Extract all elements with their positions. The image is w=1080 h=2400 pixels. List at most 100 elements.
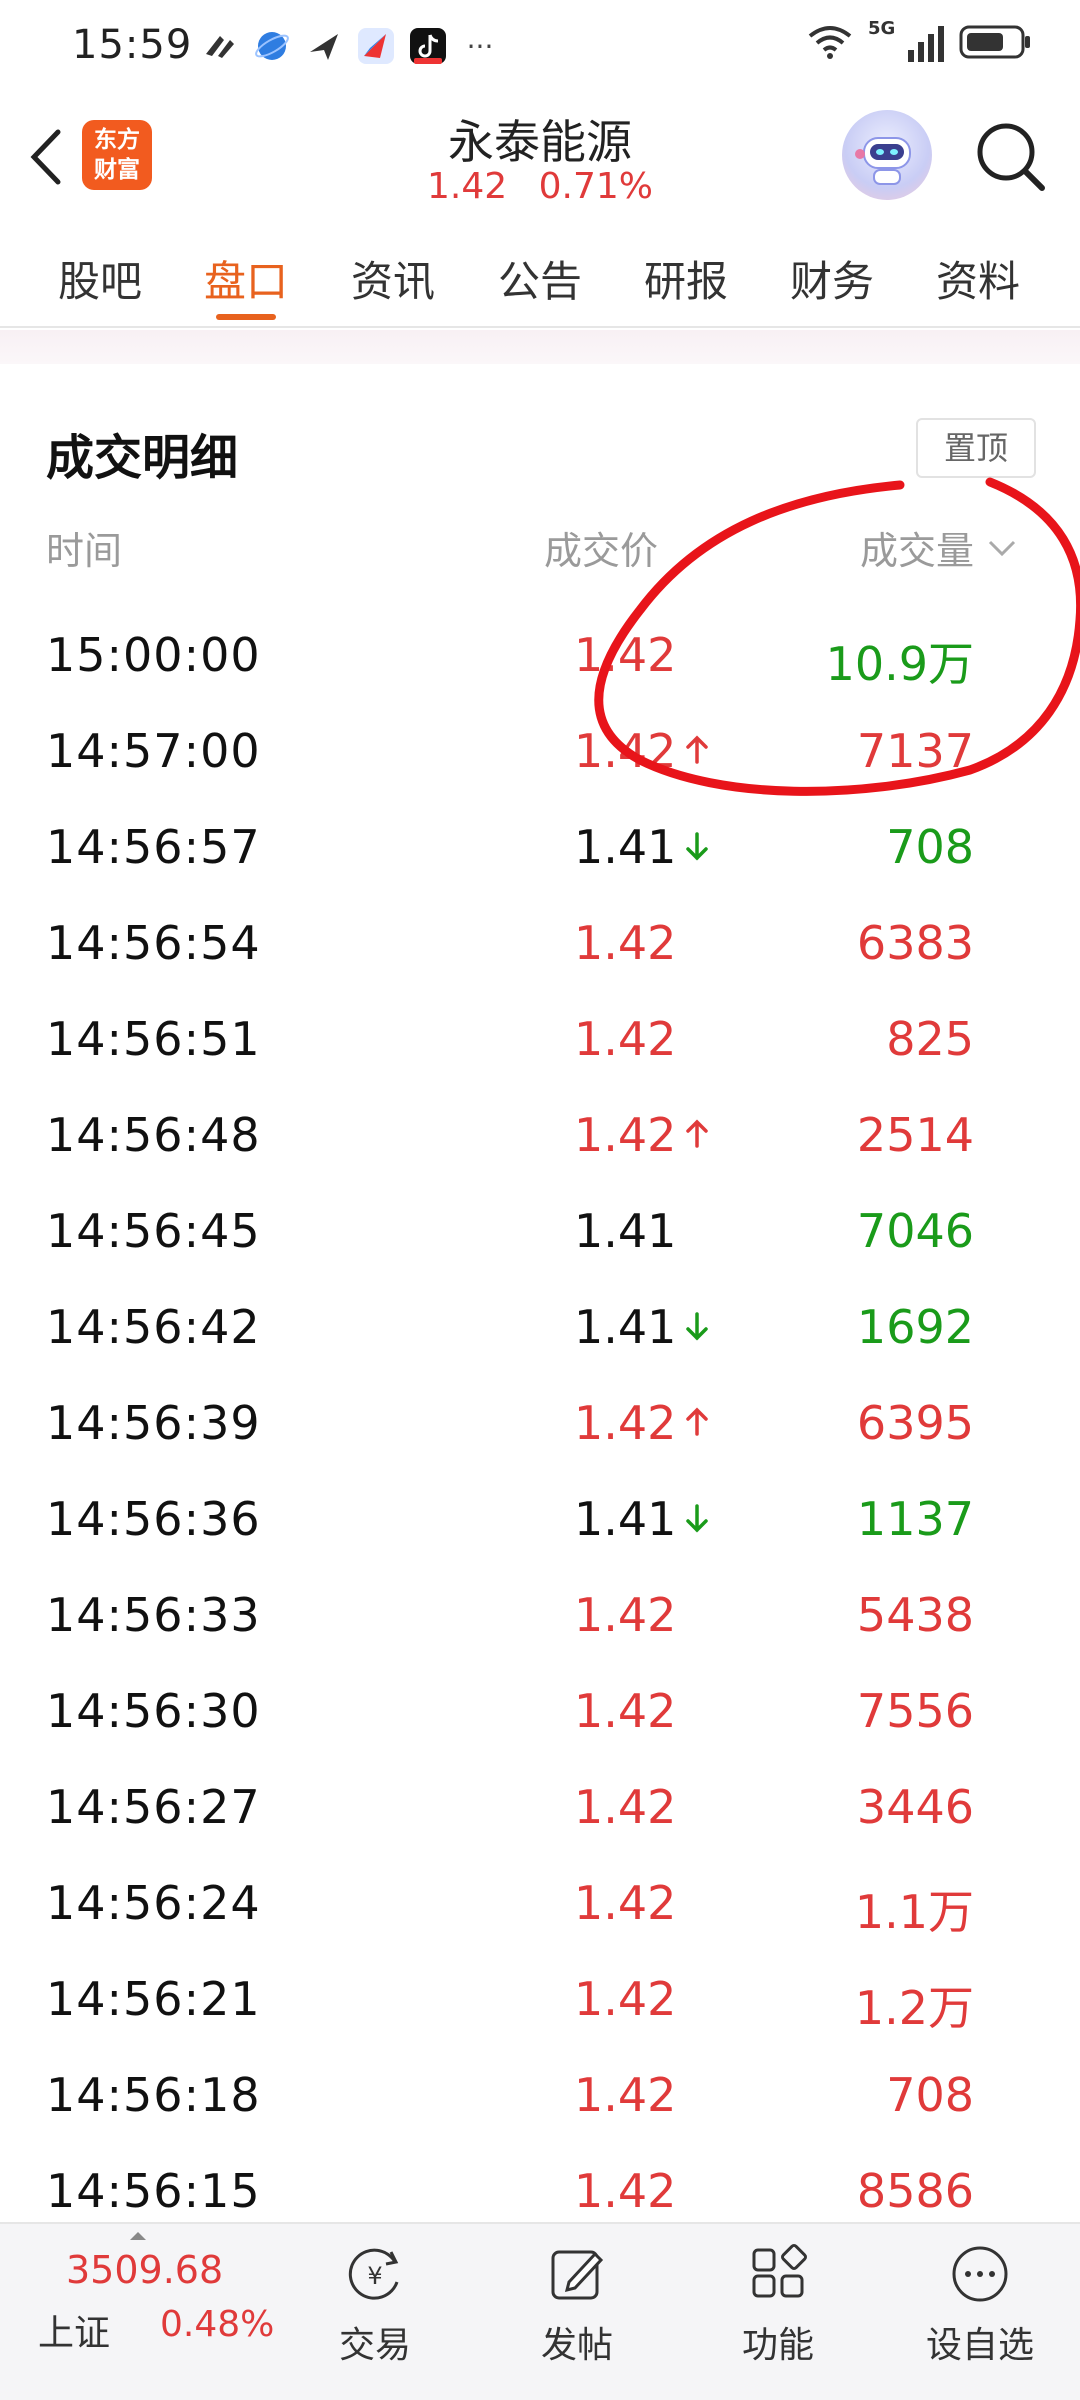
trade-volume: 5438	[856, 1588, 974, 1642]
status-time: 15:59	[72, 22, 193, 68]
trade-row: 14:57:00 1.42 7137	[0, 718, 1080, 814]
trade-label: 交易	[338, 2325, 411, 2366]
browser-notification-icon	[255, 32, 289, 60]
trade-row: 14:56:21 1.42 1.2万	[0, 1966, 1080, 2062]
arrow-down-icon	[682, 1308, 712, 1344]
trade-time: 14:56:24	[46, 1876, 261, 1930]
trade-volume: 6383	[856, 916, 974, 970]
trade-volume: 2514	[856, 1108, 974, 1162]
trade-time: 14:56:15	[46, 2164, 261, 2218]
more-notifications-icon: ···	[466, 29, 494, 63]
svg-text:¥: ¥	[367, 2262, 382, 2290]
column-header-volume[interactable]: 成交量	[860, 520, 1018, 575]
post-label: 发帖	[540, 2325, 613, 2366]
column-header-price: 成交价	[544, 529, 659, 573]
tab-profile[interactable]: 资料	[918, 248, 1038, 309]
app-notification-icon	[206, 36, 234, 58]
assistant-robot-avatar[interactable]	[842, 110, 932, 200]
tab-news[interactable]: 资讯	[333, 248, 453, 309]
section-divider	[0, 330, 1080, 364]
trade-price: 1.42	[574, 1588, 677, 1642]
search-icon[interactable]	[970, 116, 1050, 196]
index-value[interactable]: 3509.68	[66, 2248, 223, 2292]
wifi-icon	[808, 26, 852, 59]
tab-announcements[interactable]: 公告	[480, 248, 600, 309]
cellular-signal-icon: 5G	[868, 18, 944, 62]
trade-price: 1.42	[574, 1684, 677, 1738]
index-change-pct[interactable]: 0.48%	[160, 2304, 274, 2345]
trade-price: 1.42	[574, 1396, 677, 1450]
post-edit-icon	[551, 2250, 604, 2300]
tab-guba[interactable]: 股吧	[40, 248, 160, 309]
trade-volume: 8586	[856, 2164, 974, 2218]
functions-label: 功能	[741, 2325, 814, 2366]
trade-row: 14:56:45 1.41 7046	[0, 1198, 1080, 1294]
trade-row: 14:56:42 1.41 1692	[0, 1294, 1080, 1390]
arrow-down-icon	[682, 828, 712, 864]
trade-time: 14:56:45	[46, 1204, 261, 1258]
trade-price: 1.42	[574, 1780, 677, 1834]
trade-yen-icon: ¥	[348, 2248, 399, 2300]
trade-row: 14:56:54 1.42 6383	[0, 910, 1080, 1006]
stock-price: 1.42	[427, 166, 508, 207]
trade-time: 14:56:48	[46, 1108, 261, 1162]
column-header-time: 时间	[46, 529, 123, 573]
active-tab-indicator	[216, 314, 276, 320]
trade-time: 14:56:18	[46, 2068, 261, 2122]
functions-button[interactable]: 功能	[708, 2242, 848, 2368]
trade-button[interactable]: ¥ 交易	[305, 2242, 445, 2368]
caret-up-icon[interactable]	[128, 2230, 148, 2242]
trade-time: 14:56:39	[46, 1396, 261, 1450]
trade-price: 1.41	[574, 1204, 677, 1258]
post-button[interactable]: 发帖	[507, 2242, 647, 2368]
trade-row: 14:56:33 1.42 5438	[0, 1582, 1080, 1678]
network-type-label: 5G	[868, 18, 896, 39]
trade-volume: 7556	[856, 1684, 974, 1738]
trade-list: 15:00:00 1.42 10.9万 14:57:00 1.42 7137 14:56:5…	[0, 622, 1080, 2254]
index-name[interactable]: 上证	[38, 2304, 110, 2356]
trade-price: 1.42	[574, 916, 677, 970]
more-circle-icon	[952, 2246, 1008, 2302]
trade-price: 1.42	[574, 1972, 677, 2026]
trade-time: 14:56:30	[46, 1684, 261, 1738]
trade-volume: 7046	[856, 1204, 974, 1258]
trade-volume: 1.2万	[854, 1981, 974, 2035]
tab-pankou[interactable]: 盘口	[186, 248, 306, 309]
trade-price: 1.41	[574, 820, 677, 874]
trade-row: 14:56:36 1.41 1137	[0, 1486, 1080, 1582]
trade-price: 1.41	[574, 1300, 677, 1354]
tab-finance[interactable]: 财务	[772, 248, 892, 309]
trade-row: 15:00:00 1.42 10.9万	[0, 622, 1080, 718]
battery-icon	[959, 25, 1030, 59]
bottom-bar: 3509.68 上证 0.48% ¥ 交易 发帖 功能 设自选	[0, 2222, 1080, 2400]
trade-row: 14:56:57 1.41 708	[0, 814, 1080, 910]
system-status: 5G	[806, 18, 1032, 62]
trade-price: 1.42	[574, 628, 677, 682]
tab-research[interactable]: 研报	[626, 248, 746, 309]
trade-volume: 10.9万	[825, 637, 974, 691]
trade-time: 14:56:33	[46, 1588, 261, 1642]
trade-price: 1.42	[574, 2164, 677, 2218]
trade-row: 14:56:18 1.42 708	[0, 2062, 1080, 2158]
status-bar: 15:59 ··· 5G	[0, 0, 1080, 100]
maps-notification-icon	[358, 28, 394, 64]
paperplane-notification-icon	[310, 34, 338, 60]
arrow-down-icon	[682, 1500, 712, 1536]
trade-price: 1.42	[574, 1108, 677, 1162]
trade-price: 1.42	[574, 2068, 677, 2122]
robot-icon	[855, 137, 911, 185]
trade-volume: 1137	[856, 1492, 974, 1546]
trade-volume: 708	[886, 820, 974, 874]
trade-price: 1.42	[574, 724, 677, 778]
pin-to-top-button[interactable]: 置顶	[916, 418, 1036, 478]
trade-row: 14:56:48 1.42 2514	[0, 1102, 1080, 1198]
trade-time: 14:56:21	[46, 1972, 261, 2026]
add-watchlist-button[interactable]: 设自选	[910, 2242, 1050, 2368]
tiktok-notification-icon	[410, 28, 446, 64]
screen: 15:59 ··· 5G 东方 财富 永泰能源 1.42 0.71% 股吧 盘口…	[0, 0, 1080, 2400]
trade-volume: 3446	[856, 1780, 974, 1834]
trade-time: 14:56:27	[46, 1780, 261, 1834]
trade-time: 14:56:54	[46, 916, 261, 970]
trade-row: 14:56:30 1.42 7556	[0, 1678, 1080, 1774]
trade-volume: 7137	[856, 724, 974, 778]
